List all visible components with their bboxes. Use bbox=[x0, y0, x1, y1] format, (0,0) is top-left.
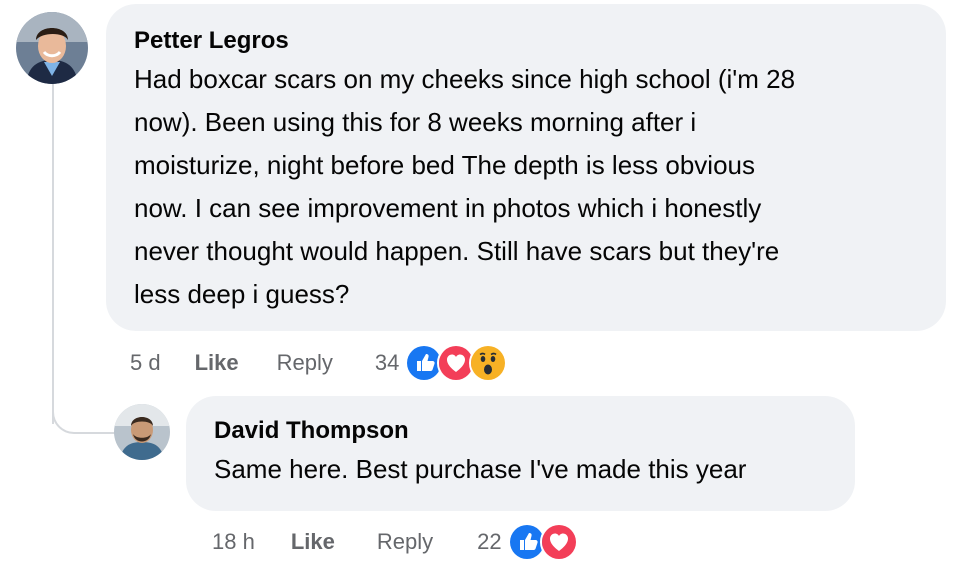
reply-timestamp[interactable]: 18 h bbox=[212, 529, 255, 555]
comment-text: Had boxcar scars on my cheeks since high… bbox=[134, 58, 918, 316]
reply-button[interactable]: Reply bbox=[377, 529, 433, 555]
comment-text-line: moisturize, night before bed The depth i… bbox=[134, 150, 755, 180]
comment-timestamp[interactable]: 5 d bbox=[130, 350, 161, 376]
reaction-count[interactable]: 34 bbox=[375, 350, 399, 376]
reaction-count[interactable]: 22 bbox=[477, 529, 501, 555]
reply-text: Same here. Best purchase I've made this … bbox=[214, 454, 747, 484]
reply-bubble: David Thompson Same here. Best purchase … bbox=[186, 396, 855, 511]
thread-line bbox=[52, 84, 54, 424]
like-button[interactable]: Like bbox=[195, 350, 239, 376]
love-icon bbox=[539, 523, 578, 561]
reaction-icons[interactable] bbox=[507, 523, 578, 561]
thread-connector bbox=[52, 380, 118, 434]
comment-text-line: now). Been using this for 8 weeks mornin… bbox=[134, 107, 697, 137]
reply-author[interactable]: David Thompson bbox=[214, 416, 827, 446]
comment-text-line: now. I can see improvement in photos whi… bbox=[134, 193, 762, 223]
like-button[interactable]: Like bbox=[291, 529, 335, 555]
reaction-icons[interactable] bbox=[405, 344, 508, 382]
avatar[interactable] bbox=[114, 404, 170, 460]
comment-bubble: Petter Legros Had boxcar scars on my che… bbox=[106, 4, 946, 331]
reply-actions: 18 h Like Reply 22 bbox=[212, 522, 578, 562]
avatar[interactable] bbox=[16, 12, 88, 84]
reply-button[interactable]: Reply bbox=[277, 350, 333, 376]
comment-text-line: less deep i guess? bbox=[134, 279, 350, 309]
comment-text-line: Had boxcar scars on my cheeks since high… bbox=[134, 64, 796, 94]
wow-icon bbox=[469, 344, 508, 382]
comment-actions: 5 d Like Reply 34 bbox=[130, 343, 508, 383]
comment-text-line: never thought would happen. Still have s… bbox=[134, 236, 780, 266]
comment-author[interactable]: Petter Legros bbox=[134, 26, 918, 56]
